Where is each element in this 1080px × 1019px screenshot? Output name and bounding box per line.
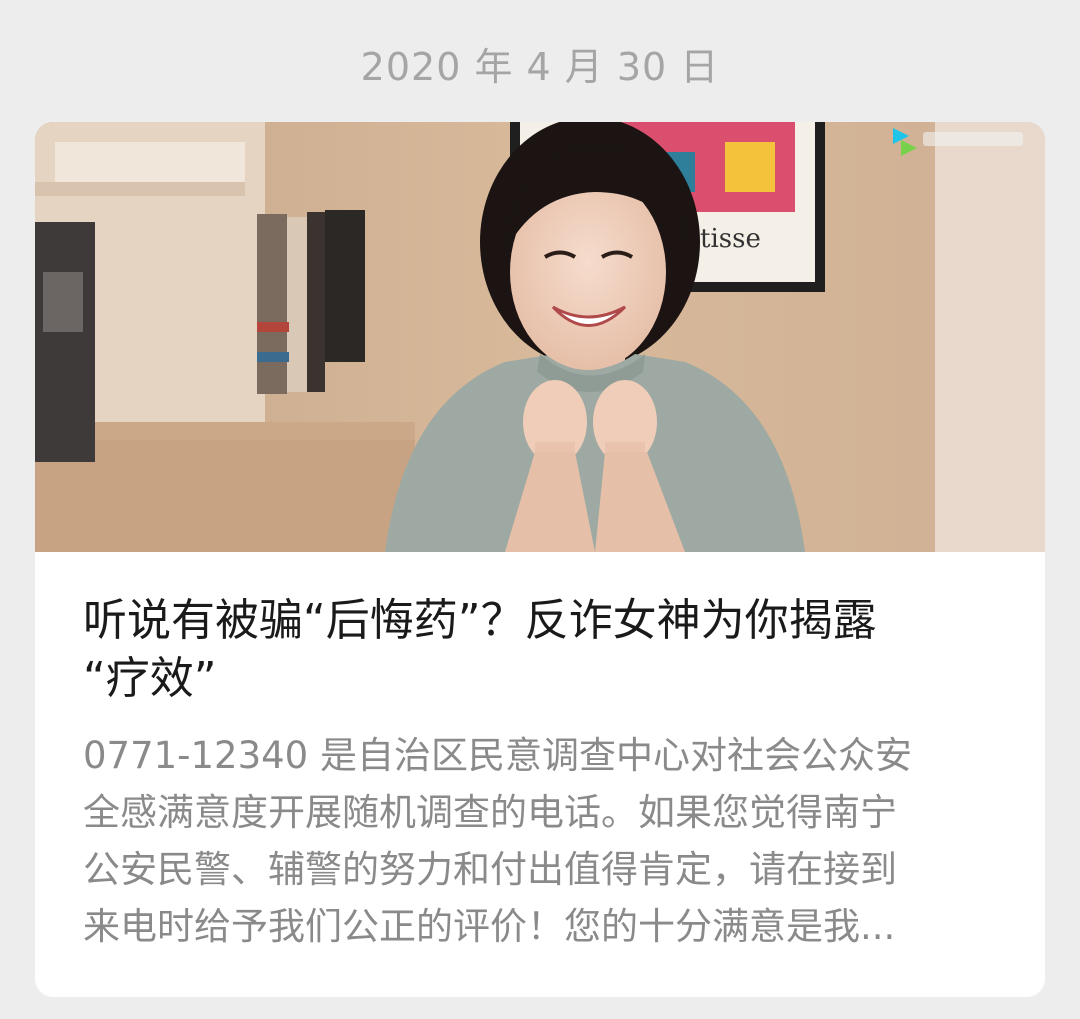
summary-line: 公安民警、辅警的努力和付出值得肯定，请在接到 <box>83 848 897 891</box>
article-cover-image[interactable]: tisse <box>35 122 1045 552</box>
poster-text: tisse <box>700 224 761 254</box>
article-title-line: 听说有被骗“后悔药”？反诈女神为你揭露 <box>83 595 877 646</box>
summary-line: 来电时给予我们公正的评价！您的十分满意是我... <box>83 905 896 948</box>
summary-line: 0771-12340 是自治区民意调查中心对社会公众安 <box>83 734 912 777</box>
article-title-line: “疗效” <box>83 653 217 704</box>
article-title[interactable]: 听说有被骗“后悔药”？反诈女神为你揭露 “疗效” <box>83 592 1003 708</box>
date-header: 2020 年 4 月 30 日 <box>360 45 720 89</box>
article-card[interactable]: tisse 听说有被骗“后悔药”？反诈女神为你揭露 “疗效” 0771-1234… <box>35 122 1045 997</box>
article-summary: 0771-12340 是自治区民意调查中心对社会公众安 全感满意度开展随机调查的… <box>83 727 1003 955</box>
summary-line: 全感满意度开展随机调查的电话。如果您觉得南宁 <box>83 791 897 834</box>
